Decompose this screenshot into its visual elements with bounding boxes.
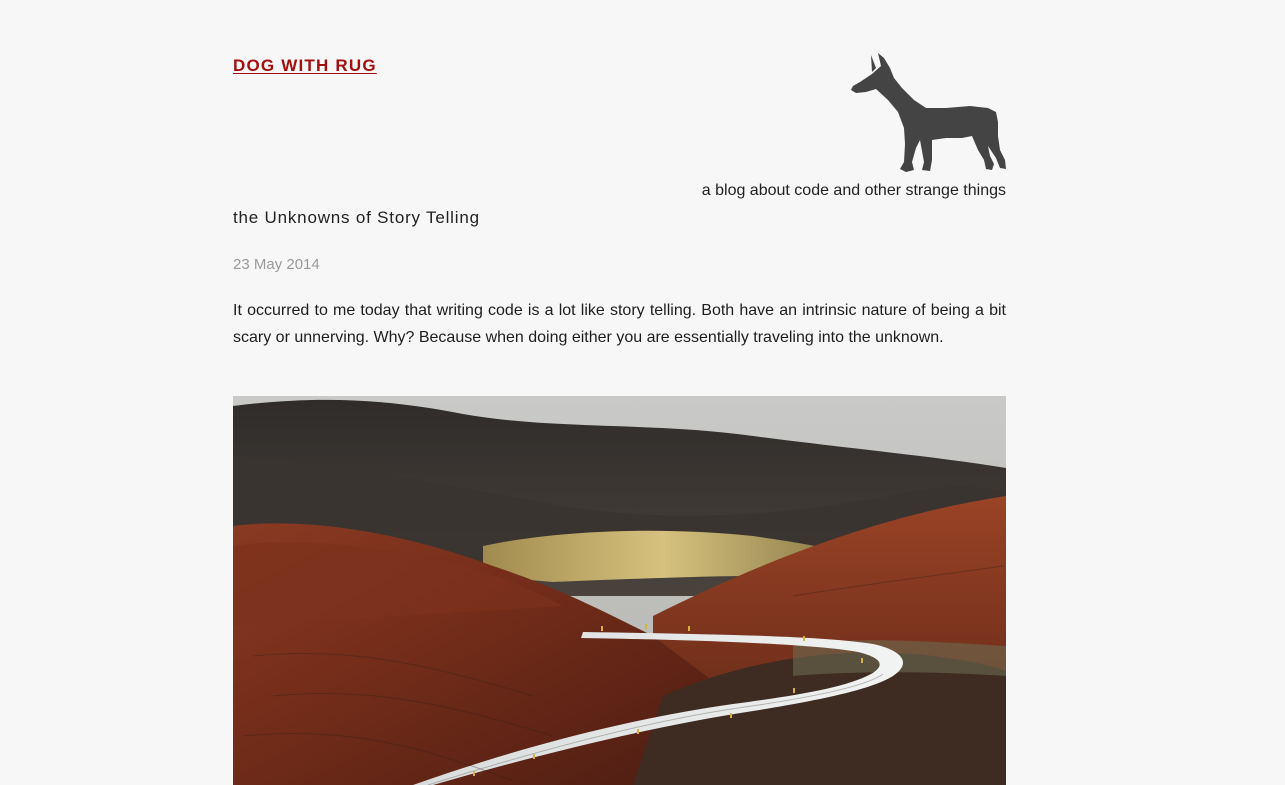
post-date: 23 May 2014 xyxy=(233,256,320,273)
main-container: DOG WITH RUG a blog about code and other… xyxy=(233,0,1006,785)
doberman-dog-icon xyxy=(850,52,1006,173)
site-title-link[interactable]: DOG WITH RUG xyxy=(233,56,377,76)
winding-road-landscape-image xyxy=(233,396,1006,785)
post-body-paragraph: It occurred to me today that writing cod… xyxy=(233,302,1006,346)
page: DOG WITH RUG a blog about code and other… xyxy=(0,0,1285,785)
site-tagline: a blog about code and other strange thin… xyxy=(701,182,1006,199)
site-header: DOG WITH RUG a blog about code and other… xyxy=(233,0,1006,200)
post-title[interactable]: the Unknowns of Story Telling xyxy=(233,208,480,228)
